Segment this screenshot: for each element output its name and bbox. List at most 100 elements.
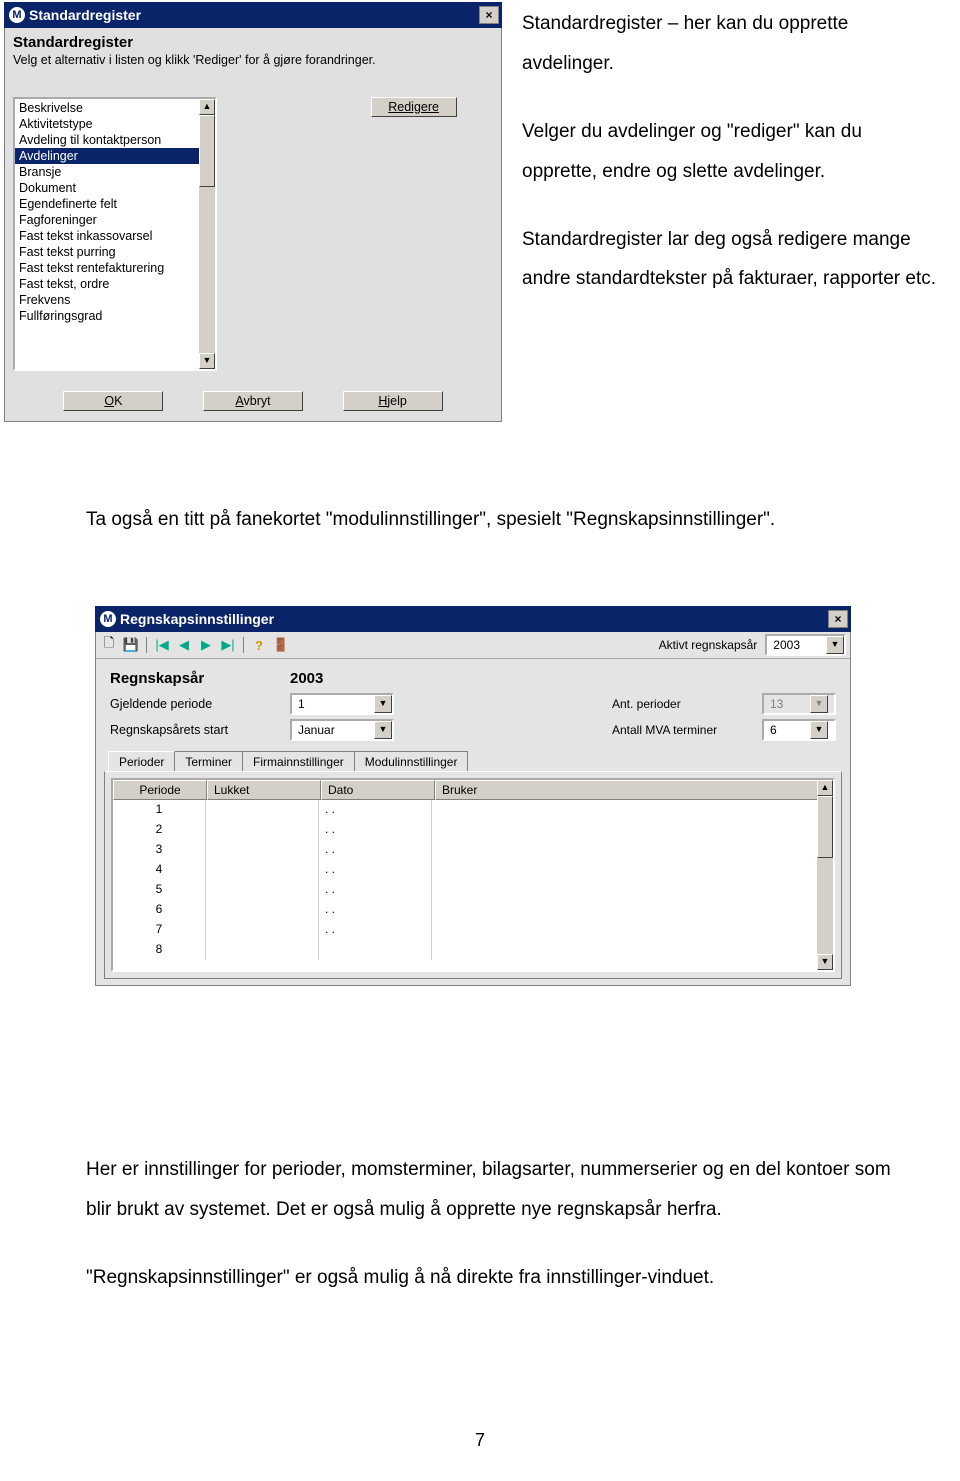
win2-title: Regnskapsinnstillinger bbox=[120, 611, 828, 627]
first-icon[interactable]: |◀ bbox=[153, 636, 171, 654]
toolbar: 🗋 💾 |◀ ◀ ▶ ▶| ? 🚪 Aktivt regnskapsår 200… bbox=[96, 632, 850, 659]
close-icon[interactable]: × bbox=[828, 610, 848, 628]
table-row[interactable]: 3. . bbox=[113, 840, 833, 860]
vat-terms-value: 6 bbox=[764, 723, 810, 737]
list-item[interactable]: Fast tekst inkassovarsel bbox=[15, 228, 215, 244]
cell-dato: . . bbox=[319, 900, 432, 920]
list-scrollbar[interactable]: ▲ ▼ bbox=[199, 99, 215, 369]
list-item[interactable]: Fast tekst purring bbox=[15, 244, 215, 260]
cell-lukket bbox=[206, 900, 319, 920]
help-button[interactable]: Hjelp bbox=[343, 391, 443, 411]
list-item[interactable]: Avdelinger bbox=[15, 148, 215, 164]
tab-perioder[interactable]: Perioder bbox=[108, 751, 175, 771]
save-icon[interactable]: 💾 bbox=[122, 636, 140, 654]
active-year-combo[interactable]: 2003 ▼ bbox=[765, 634, 846, 656]
vat-terms-combo[interactable]: 6 ▼ bbox=[762, 719, 836, 741]
chevron-down-icon: ▼ bbox=[810, 695, 828, 713]
list-item[interactable]: Dokument bbox=[15, 180, 215, 196]
edit-button-label: Redigere bbox=[388, 100, 439, 114]
new-icon[interactable]: 🗋 bbox=[100, 636, 118, 654]
list-item[interactable]: Beskrivelse bbox=[15, 100, 215, 116]
year-start-value: Januar bbox=[292, 723, 374, 737]
scroll-down-icon[interactable]: ▼ bbox=[199, 353, 215, 369]
scroll-thumb[interactable] bbox=[199, 115, 215, 187]
grid-scrollbar[interactable]: ▲ ▼ bbox=[817, 780, 833, 970]
prev-icon[interactable]: ◀ bbox=[175, 636, 193, 654]
cell-lukket bbox=[206, 940, 319, 960]
list-item[interactable]: Aktivitetstype bbox=[15, 116, 215, 132]
side-para-3: Standardregister lar deg også redigere m… bbox=[522, 220, 942, 300]
cell-periode: 6 bbox=[113, 900, 206, 920]
bottom-para-2: "Regnskapsinnstillinger" er også mulig å… bbox=[86, 1258, 906, 1298]
list-item[interactable]: Avdeling til kontaktperson bbox=[15, 132, 215, 148]
tab-modulinnstillinger[interactable]: Modulinnstillinger bbox=[354, 751, 469, 771]
current-period-label: Gjeldende periode bbox=[110, 697, 290, 711]
next-icon[interactable]: ▶ bbox=[197, 636, 215, 654]
ok-button[interactable]: OK bbox=[63, 391, 163, 411]
col-bruker[interactable]: Bruker bbox=[435, 780, 833, 800]
cell-lukket bbox=[206, 800, 319, 820]
side-para-1: Standardregister – her kan du opprette a… bbox=[522, 4, 942, 84]
edit-button[interactable]: Redigere bbox=[371, 97, 457, 117]
table-row[interactable]: 6 . . bbox=[113, 900, 833, 920]
win1-subtext: Velg et alternativ i listen og klikk 'Re… bbox=[13, 53, 493, 67]
cell-periode: 3 bbox=[113, 840, 206, 860]
chevron-down-icon[interactable]: ▼ bbox=[374, 695, 392, 713]
list-item[interactable]: Fast tekst, ordre bbox=[15, 276, 215, 292]
scroll-up-icon[interactable]: ▲ bbox=[199, 99, 215, 115]
exit-icon[interactable]: 🚪 bbox=[272, 636, 290, 654]
list-item[interactable]: Fast tekst rentefakturering bbox=[15, 260, 215, 276]
win2-titlebar[interactable]: M Regnskapsinnstillinger × bbox=[95, 606, 851, 632]
list-item[interactable]: Fagforeninger bbox=[15, 212, 215, 228]
cancel-button[interactable]: Avbryt bbox=[203, 391, 303, 411]
cell-bruker bbox=[432, 880, 833, 900]
cell-lukket bbox=[206, 840, 319, 860]
scroll-down-icon[interactable]: ▼ bbox=[817, 954, 833, 970]
table-row[interactable]: 1. . bbox=[113, 800, 833, 820]
help-icon[interactable]: ? bbox=[250, 636, 268, 654]
table-row[interactable]: 8 bbox=[113, 940, 833, 960]
current-period-value: 1 bbox=[292, 697, 374, 711]
mid-text: Ta også en titt på fanekortet "modulinns… bbox=[86, 500, 906, 568]
col-lukket[interactable]: Lukket bbox=[207, 780, 321, 800]
list-item[interactable]: Egendefinerte felt bbox=[15, 196, 215, 212]
list-item[interactable]: Fullføringsgrad bbox=[15, 308, 215, 324]
scroll-up-icon[interactable]: ▲ bbox=[817, 780, 833, 796]
current-period-combo[interactable]: 1 ▼ bbox=[290, 693, 394, 715]
periods-grid[interactable]: Periode Lukket Dato Bruker 1. .2. .3. .4… bbox=[111, 778, 835, 972]
cell-bruker bbox=[432, 860, 833, 880]
close-icon[interactable]: × bbox=[479, 6, 499, 24]
table-row[interactable]: 5. . bbox=[113, 880, 833, 900]
list-item[interactable]: Bransje bbox=[15, 164, 215, 180]
cell-bruker bbox=[432, 800, 833, 820]
side-text: Standardregister – her kan du opprette a… bbox=[522, 4, 942, 327]
table-row[interactable]: 7. . bbox=[113, 920, 833, 940]
col-periode[interactable]: Periode bbox=[113, 780, 207, 800]
regnskapsinnstillinger-window: M Regnskapsinnstillinger × 🗋 💾 |◀ ◀ ▶ ▶|… bbox=[95, 606, 851, 986]
vat-terms-label: Antall MVA terminer bbox=[612, 723, 762, 737]
chevron-down-icon[interactable]: ▼ bbox=[810, 721, 828, 739]
scroll-thumb[interactable] bbox=[817, 796, 833, 858]
cell-bruker bbox=[432, 900, 833, 920]
win1-title: Standardregister bbox=[29, 7, 479, 23]
tab-terminer[interactable]: Terminer bbox=[174, 751, 243, 771]
win1-titlebar[interactable]: M Standardregister × bbox=[4, 2, 502, 28]
year-start-combo[interactable]: Januar ▼ bbox=[290, 719, 394, 741]
col-dato[interactable]: Dato bbox=[321, 780, 435, 800]
standardregister-window: M Standardregister × Standardregister Ve… bbox=[4, 2, 502, 422]
tab-firmainnstillinger[interactable]: Firmainnstillinger bbox=[242, 751, 355, 771]
side-para-2: Velger du avdelinger og "rediger" kan du… bbox=[522, 112, 942, 192]
chevron-down-icon[interactable]: ▼ bbox=[826, 636, 844, 654]
mid-para: Ta også en titt på fanekortet "modulinns… bbox=[86, 500, 906, 540]
table-row[interactable]: 4. . bbox=[113, 860, 833, 880]
cell-periode: 4 bbox=[113, 860, 206, 880]
standard-list[interactable]: BeskrivelseAktivitetstypeAvdeling til ko… bbox=[13, 97, 217, 371]
chevron-down-icon[interactable]: ▼ bbox=[374, 721, 392, 739]
list-item[interactable]: Frekvens bbox=[15, 292, 215, 308]
active-year-value: 2003 bbox=[767, 638, 826, 652]
tab-panel-perioder: Periode Lukket Dato Bruker 1. .2. .3. .4… bbox=[104, 771, 842, 979]
cell-periode: 7 bbox=[113, 920, 206, 940]
cell-dato: . . bbox=[319, 880, 432, 900]
table-row[interactable]: 2. . bbox=[113, 820, 833, 840]
last-icon[interactable]: ▶| bbox=[219, 636, 237, 654]
